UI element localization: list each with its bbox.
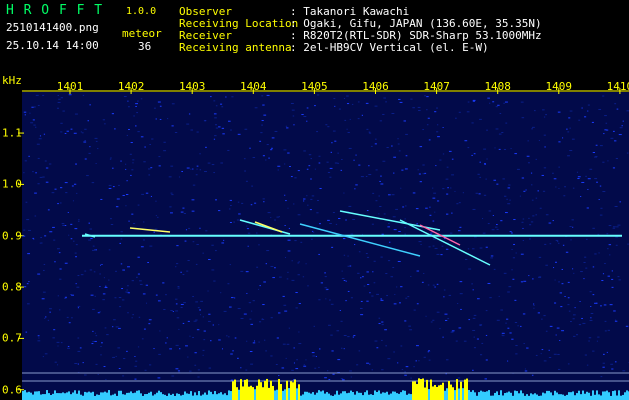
y-tick-label: 1.1 xyxy=(2,126,22,140)
spectrogram-overlay xyxy=(18,88,629,400)
meteor-echo xyxy=(129,227,171,233)
meteor-echo xyxy=(299,223,421,257)
meteor-echo xyxy=(254,221,283,233)
y-tick-label: 0.6 xyxy=(2,383,22,397)
meteor-echo xyxy=(239,219,291,235)
x-tick-label: 1410 xyxy=(606,80,629,93)
x-tick-label: 1405 xyxy=(301,80,328,93)
y-tick-label: 0.7 xyxy=(2,331,22,345)
spectrogram-window: H R O F F T 1.0.0 2510141400.png 25.10.1… xyxy=(0,0,629,400)
meteor-echo xyxy=(399,219,491,266)
x-tick-label: 1404 xyxy=(240,80,267,93)
y-tick-label: 1.0 xyxy=(2,177,22,191)
x-tick-label: 1402 xyxy=(117,80,145,93)
noise-speckle xyxy=(22,94,629,381)
x-tick-label: 1406 xyxy=(362,80,389,93)
y-tick-label: 0.8 xyxy=(2,280,22,294)
x-tick-label: 1409 xyxy=(545,80,573,93)
signal-level-histogram xyxy=(22,378,629,400)
x-tick-label: 1403 xyxy=(178,80,206,93)
x-tick-label: 1407 xyxy=(423,80,450,93)
x-tick-label: 1401 xyxy=(56,80,84,93)
x-tick-label: 1408 xyxy=(484,80,511,93)
y-tick-label: 0.9 xyxy=(2,229,22,243)
